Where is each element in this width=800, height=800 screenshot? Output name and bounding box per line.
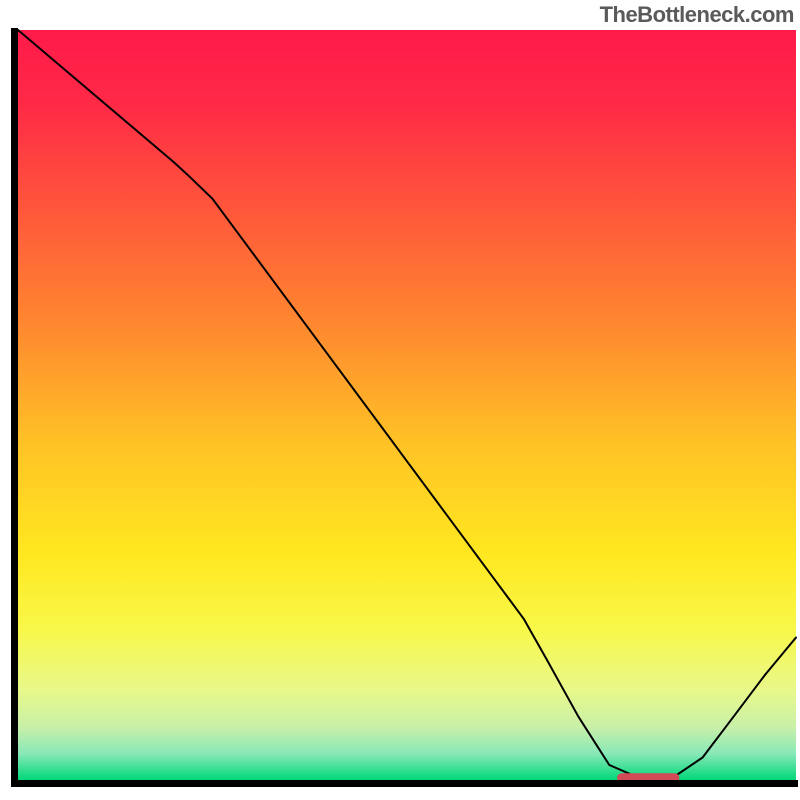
plot-background — [18, 30, 796, 780]
watermark-text: TheBottleneck.com — [600, 2, 794, 28]
bottleneck-chart — [0, 0, 800, 800]
chart-container: TheBottleneck.com — [0, 0, 800, 800]
